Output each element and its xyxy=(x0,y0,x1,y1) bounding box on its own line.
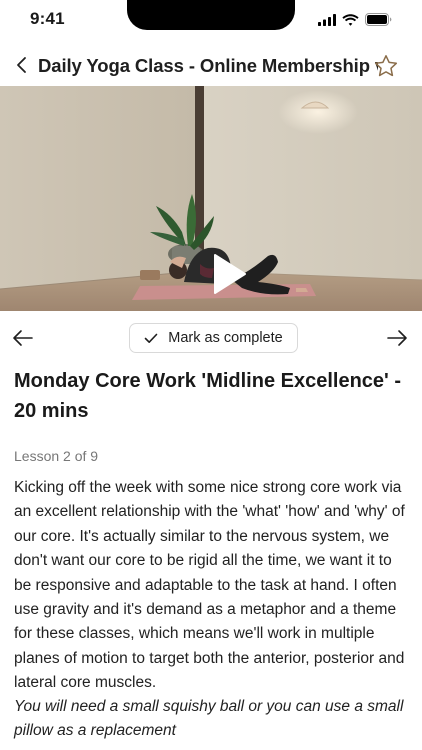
page-title: Daily Yoga Class - Online Membership v1 xyxy=(38,55,378,76)
star-outline-icon xyxy=(374,55,398,77)
arrow-left-icon xyxy=(13,330,33,346)
chevron-left-icon xyxy=(16,57,26,73)
battery-icon xyxy=(365,13,392,26)
video-player[interactable] xyxy=(0,86,422,311)
signal-icon xyxy=(318,13,336,26)
lesson-controls: Mark as complete xyxy=(0,322,422,354)
status-time: 9:41 xyxy=(30,9,65,28)
mark-complete-button[interactable]: Mark as complete xyxy=(129,323,298,353)
previous-lesson-button[interactable] xyxy=(12,328,34,348)
lesson-progress: Lesson 2 of 9 xyxy=(14,448,99,464)
favorite-button[interactable] xyxy=(373,53,399,79)
play-icon xyxy=(214,254,246,294)
back-button[interactable] xyxy=(10,50,32,80)
arrow-right-icon xyxy=(387,330,407,346)
lesson-description: Kicking off the week with some nice stro… xyxy=(14,479,405,692)
wifi-icon xyxy=(342,13,359,26)
checkmark-icon xyxy=(144,333,158,343)
mark-complete-label: Mark as complete xyxy=(168,330,283,346)
lesson-note: You will need a small squishy ball or yo… xyxy=(14,698,404,740)
next-lesson-button[interactable] xyxy=(386,328,408,348)
device-notch xyxy=(127,0,295,30)
status-icons xyxy=(318,13,392,26)
status-bar: 9:41 xyxy=(0,0,422,44)
nav-bar: Daily Yoga Class - Online Membership v1 xyxy=(0,46,422,86)
lesson-title: Monday Core Work 'Midline Excellence' - … xyxy=(14,370,402,422)
play-button[interactable] xyxy=(209,254,249,294)
